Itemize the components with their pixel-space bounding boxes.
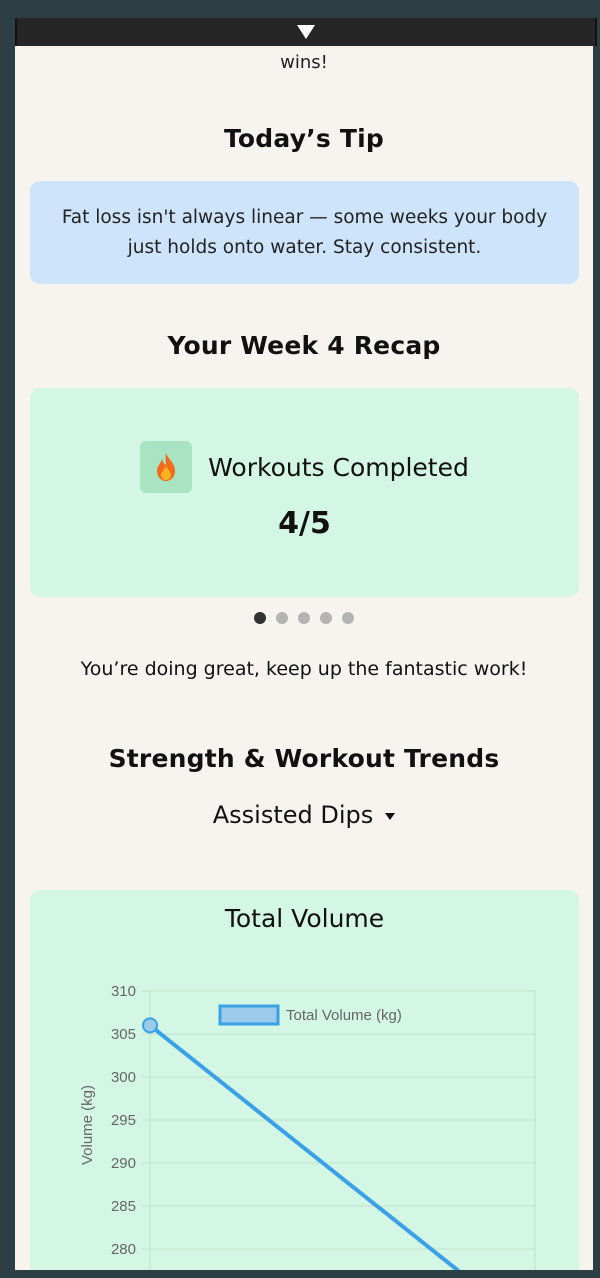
tip-card: Fat loss isn't always linear — some week… <box>30 181 579 284</box>
carousel-dot[interactable] <box>298 612 310 624</box>
data-point <box>142 1017 158 1034</box>
legend-swatch <box>218 1004 280 1026</box>
content-panel: wins! Today’s Tip Fat loss isn't always … <box>15 46 593 1270</box>
carousel-dot[interactable] <box>276 612 288 624</box>
caret-down-icon <box>385 812 396 820</box>
recap-stat-label: Workouts Completed <box>208 452 469 482</box>
carousel-pagination <box>15 612 593 624</box>
y-tick-label: 290 <box>111 1155 136 1172</box>
exercise-select-value: Assisted Dips <box>212 801 374 829</box>
exercise-select[interactable]: Assisted Dips <box>15 801 593 829</box>
carousel-dot[interactable] <box>254 612 266 624</box>
trends-heading: Strength & Workout Trends <box>108 744 500 773</box>
series-line <box>148 1023 460 1270</box>
carousel-dot[interactable] <box>342 612 354 624</box>
y-tick-label: 280 <box>111 1241 136 1258</box>
tip-heading: Today’s Tip <box>223 124 384 153</box>
y-tick-label: 300 <box>111 1069 136 1086</box>
y-tick-label: 295 <box>111 1112 136 1129</box>
intro-text-tail: wins! <box>280 52 328 73</box>
y-axis-title: Volume (kg) <box>79 1085 96 1165</box>
tip-text: Fat loss isn't always linear — some week… <box>61 206 548 258</box>
collapse-arrow-icon[interactable] <box>297 25 315 39</box>
recap-heading: Your Week 4 Recap <box>167 331 441 360</box>
fire-icon <box>140 441 193 493</box>
encouragement-text: You’re doing great, keep up the fantasti… <box>80 658 528 680</box>
recap-stat-value: 4/5 <box>278 506 331 541</box>
y-tick-label: 305 <box>111 1026 136 1043</box>
legend-label: Total Volume (kg) <box>286 1007 402 1024</box>
volume-line-chart[interactable]: Total Volume (kg) 310 305 300 295 290 285 280 Vo… <box>30 890 579 1270</box>
recap-card[interactable]: Workouts Completed 4/5 <box>30 388 579 597</box>
volume-chart-card: Total Volume Total Volume (kg) 310 305 300 2… <box>30 890 579 1270</box>
y-tick-label: 310 <box>111 983 136 1000</box>
y-tick-label: 285 <box>111 1198 136 1215</box>
collapse-bar[interactable] <box>15 18 597 46</box>
carousel-dot[interactable] <box>320 612 332 624</box>
